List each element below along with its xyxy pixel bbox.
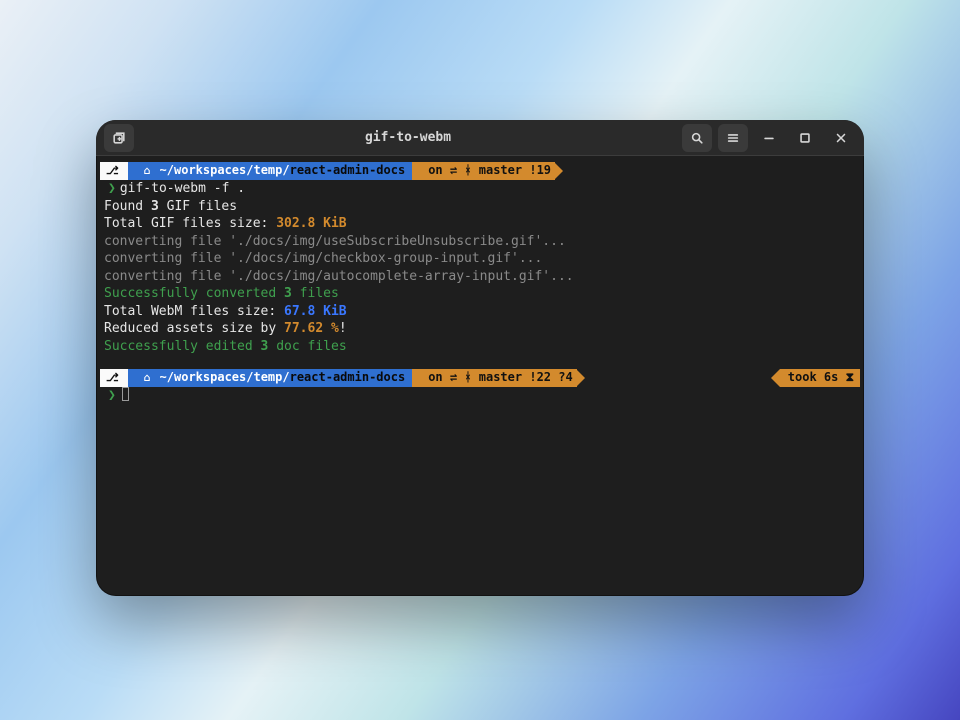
- maximize-button[interactable]: [790, 124, 820, 152]
- terminal-body[interactable]: ⎇ ⌂ ~/workspaces/temp/react-admin-docs o…: [96, 156, 864, 405]
- prompt-branch-segment: on ⇌ ᚼ master !19: [412, 162, 555, 180]
- output-converting-1: converting file './docs/img/useSubscribe…: [100, 233, 860, 251]
- output-success-2: Successfully edited 3 doc files: [100, 338, 860, 356]
- window-title: gif-to-webm: [142, 130, 674, 145]
- new-tab-icon: [112, 131, 126, 145]
- prompt-symbol: ❯: [104, 388, 120, 403]
- branch-icon: ⇌ ᚼ: [450, 370, 479, 384]
- cursor: [122, 387, 129, 401]
- output-converting-2: converting file './docs/img/checkbox-gro…: [100, 250, 860, 268]
- maximize-icon: [798, 131, 812, 145]
- vcs-icon: ⎇: [106, 369, 119, 387]
- search-icon: [690, 131, 704, 145]
- folder-icon: ⌂: [144, 164, 151, 177]
- minimize-icon: [762, 131, 776, 145]
- prompt-path-segment: ⌂ ~/workspaces/temp/react-admin-docs: [128, 162, 414, 180]
- prompt-vcs-segment: ⎇: [100, 162, 129, 180]
- folder-icon: ⌂: [144, 371, 151, 384]
- prompt-branch-segment: on ⇌ ᚼ master !22 ?4: [412, 369, 577, 387]
- output-success-1: Successfully converted 3 files: [100, 285, 860, 303]
- prompt-symbol: ❯: [104, 181, 120, 196]
- titlebar: gif-to-webm: [96, 120, 864, 156]
- prompt-line-1: ⎇ ⌂ ~/workspaces/temp/react-admin-docs o…: [100, 162, 860, 180]
- close-button[interactable]: [826, 124, 856, 152]
- branch-icon: ⇌ ᚼ: [450, 163, 479, 177]
- prompt-took-segment: took 6s ⧗: [780, 369, 860, 387]
- minimize-button[interactable]: [754, 124, 784, 152]
- close-icon: [834, 131, 848, 145]
- command-text: gif-to-webm -f .: [120, 181, 245, 196]
- prompt-vcs-segment: ⎇: [100, 369, 129, 387]
- terminal-window: gif-to-webm ⎇ ⌂ ~/workspaces/temp/react-…: [96, 120, 864, 596]
- new-tab-button[interactable]: [104, 124, 134, 152]
- prompt-path-segment: ⌂ ~/workspaces/temp/react-admin-docs: [128, 369, 414, 387]
- output-converting-3: converting file './docs/img/autocomplete…: [100, 268, 860, 286]
- output-found: Found 3 GIF files: [100, 198, 860, 216]
- hamburger-icon: [726, 131, 740, 145]
- search-button[interactable]: [682, 124, 712, 152]
- vcs-icon: ⎇: [106, 162, 119, 180]
- output-reduced: Reduced assets size by 77.62 %!: [100, 320, 860, 338]
- prompt-line-2: ⎇ ⌂ ~/workspaces/temp/react-admin-docs o…: [100, 369, 860, 387]
- menu-button[interactable]: [718, 124, 748, 152]
- prompt-cursor-line: ❯: [100, 387, 860, 405]
- output-gif-size: Total GIF files size: 302.8 KiB: [100, 215, 860, 233]
- output-webm-size: Total WebM files size: 67.8 KiB: [100, 303, 860, 321]
- command-line: ❯gif-to-webm -f .: [100, 180, 860, 198]
